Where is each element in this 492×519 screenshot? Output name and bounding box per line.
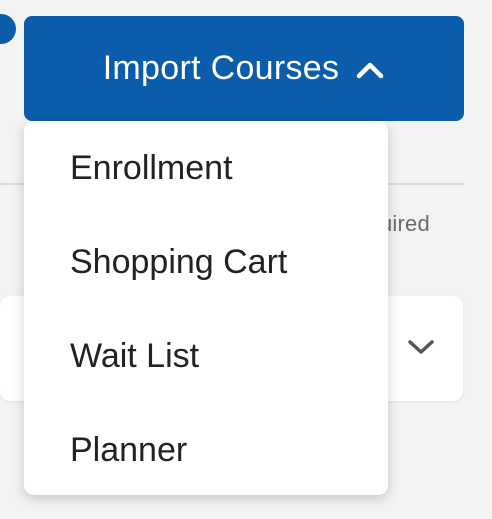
menu-item-planner[interactable]: Planner: [24, 403, 388, 497]
menu-item-shopping-cart[interactable]: Shopping Cart: [24, 215, 388, 309]
menu-item-enrollment[interactable]: Enrollment: [24, 121, 388, 215]
import-courses-label: Import Courses: [102, 49, 340, 87]
chevron-up-icon: [357, 62, 384, 78]
menu-item-wait-list[interactable]: Wait List: [24, 309, 388, 403]
import-courses-menu: Enrollment Shopping Cart Wait List Plann…: [24, 121, 388, 495]
chevron-down-icon[interactable]: [404, 336, 438, 358]
status-dot: [0, 14, 16, 44]
import-courses-button[interactable]: Import Courses: [24, 16, 464, 121]
